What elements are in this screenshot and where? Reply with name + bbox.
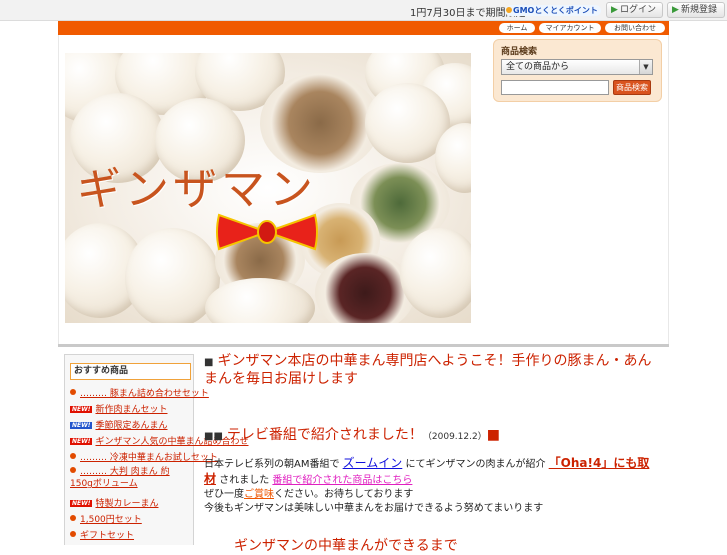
body-text: されました	[219, 475, 270, 486]
sidebar-item-label: 季節限定あんまん	[95, 421, 168, 431]
sidebar-item-label: 特製カレーまん	[95, 499, 159, 509]
sidebar-item-label: ……… 大判 肉まん 約150gボリューム	[70, 467, 170, 489]
nav-my-account[interactable]: マイアカウント	[539, 23, 601, 33]
bullet-icon	[70, 453, 76, 459]
signup-button[interactable]: ▶ 新規登録	[667, 2, 725, 18]
news-date: （2009.12.2）	[422, 432, 487, 442]
arrow-right-icon: ▶	[611, 5, 618, 15]
sidebar-item-label: 1,500円セット	[80, 515, 142, 525]
bullet-icon	[70, 389, 76, 395]
login-button[interactable]: ▶ ログイン	[606, 2, 663, 18]
bullet-icon	[70, 515, 76, 521]
bullet-icon	[70, 531, 76, 537]
sidebar-item[interactable]: ……… 豚まん詰め合わせセット	[70, 386, 209, 399]
sidebar-item-label: ……… 豚まん詰め合わせセット	[80, 389, 209, 399]
body-text: 日本テレビ系列の朝AM番組で	[204, 459, 340, 470]
body-text: 今後もギンザマンは美味しい中華まんをお届けできるよう努めてまいります	[204, 503, 544, 514]
main-content: ■ ギンザマン本店の中華まん専門店へようこそ！手作りの豚まん・あんまんを毎日お届け…	[204, 353, 664, 554]
sidebar-title: おすすめ商品	[70, 363, 191, 380]
sidebar-item[interactable]: 1,500円セット	[70, 512, 142, 525]
square-bullet-icon: ■	[204, 357, 214, 368]
category-select[interactable]: 全ての商品から ▼	[501, 59, 653, 75]
news-body: 日本テレビ系列の朝AM番組で ズームイン にてギンザマンの肉まんが紹介 「Oha…	[204, 456, 660, 516]
recommended-sidebar: おすすめ商品 ……… 豚まん詰め合わせセット NEW! 新作肉まんセット NEW!…	[64, 354, 249, 545]
hero-title: ギンザマン	[77, 164, 317, 215]
sidebar-item-label: ギフトセット	[80, 531, 135, 541]
body-text: ください。お待ちしております	[274, 489, 414, 500]
ribbon-bow-icon	[216, 213, 318, 251]
search-title: 商品検索	[501, 47, 538, 57]
header-nav: ホーム マイアカウント お問い合わせ	[58, 21, 669, 35]
taste-link[interactable]: ご賞味	[244, 489, 274, 500]
sidebar-item-label: ……… 冷凍中華まんお試しセット	[80, 453, 218, 463]
square-bullet-icon: ■■	[204, 431, 223, 442]
news-title: テレビ番組で紹介されました！	[226, 427, 423, 443]
sidebar-item-label: 新作肉まんセット	[95, 405, 168, 415]
featured-products-link[interactable]: 番組で紹介された商品はこちら	[272, 475, 412, 486]
sidebar-item[interactable]: NEW! 新作肉まんセット	[70, 402, 168, 415]
page-headline: ■ ギンザマン本店の中華まん専門店へようこそ！手作りの豚まん・あんまんを毎日お届け…	[204, 353, 664, 388]
section-heading: ギンザマンの中華まんができるまで	[234, 538, 458, 554]
login-label: ログイン	[620, 5, 657, 15]
square-bullet-icon: ■	[486, 427, 500, 443]
new-badge-icon: NEW!	[70, 438, 93, 445]
product-search-box: 商品検索 全ての商品から ▼ 商品検索	[493, 39, 662, 102]
bullet-icon	[70, 467, 76, 473]
category-select-value: 全ての商品から	[506, 62, 570, 72]
section-divider	[58, 344, 669, 347]
new-badge-icon: NEW!	[70, 406, 93, 413]
hero-banner[interactable]: ギンザマン	[65, 53, 471, 323]
top-bar: 1円7月30日まで期間限定 GMOとくとくポイント ▶ ログイン ▶ 新規登録	[0, 0, 727, 21]
signup-label: 新規登録	[681, 5, 718, 15]
program-link[interactable]: ズームイン	[343, 456, 403, 470]
body-text: ぜひ一度	[204, 489, 244, 500]
chevron-down-icon[interactable]: ▼	[639, 60, 652, 74]
search-input[interactable]	[501, 80, 609, 95]
gmo-points-badge[interactable]: GMOとくとくポイント	[505, 5, 601, 16]
sidebar-item[interactable]: NEW! 季節限定あんまん	[70, 418, 168, 431]
arrow-right-icon: ▶	[672, 5, 679, 15]
sidebar-item[interactable]: ……… 冷凍中華まんお試しセット	[70, 450, 218, 463]
new-badge-icon: NEW!	[70, 500, 93, 507]
search-button[interactable]: 商品検索	[613, 80, 651, 95]
news-heading: ■■ テレビ番組で紹介されました！（2009.12.2）■	[204, 424, 500, 444]
sidebar-item[interactable]: ……… 大判 肉まん 約150gボリューム	[70, 466, 188, 490]
headline-text: ギンザマン本店の中華まん専門店へようこそ！手作りの豚まん・あんまんを毎日お届けし…	[204, 353, 652, 387]
nav-contact[interactable]: お問い合わせ	[605, 23, 665, 33]
body-text: にてギンザマンの肉まんが紹介	[405, 459, 546, 470]
nav-home[interactable]: ホーム	[499, 23, 535, 33]
new-badge-icon: NEW!	[70, 422, 93, 429]
sidebar-item[interactable]: ギフトセット	[70, 528, 134, 541]
sidebar-item[interactable]: NEW! 特製カレーまん	[70, 496, 159, 509]
